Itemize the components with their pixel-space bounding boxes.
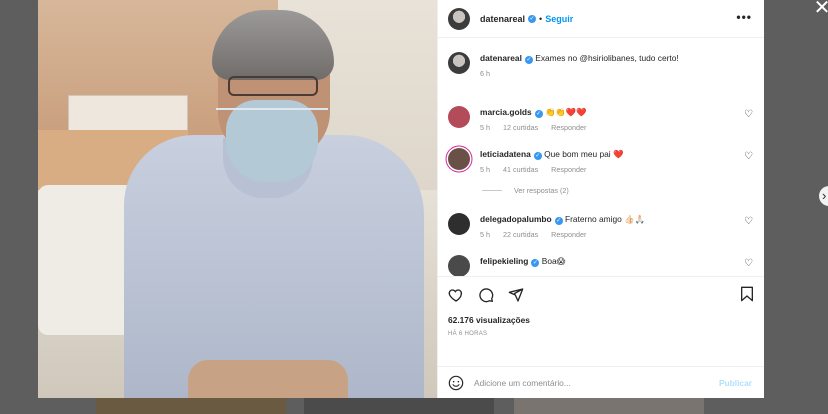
- like-comment-heart-icon[interactable]: ♡: [744, 217, 754, 227]
- replies-divider: [482, 190, 502, 191]
- avatar[interactable]: [448, 106, 470, 128]
- avatar[interactable]: [448, 7, 470, 30]
- follow-button[interactable]: Seguir: [545, 14, 573, 24]
- post-actions: 62.176 visualizações HÁ 6 HORAS: [438, 276, 764, 366]
- emoji-icon[interactable]: [448, 375, 464, 391]
- heart-icon[interactable]: [448, 287, 464, 303]
- share-icon[interactable]: [508, 287, 524, 303]
- view-replies-label: Ver respostas (2): [514, 186, 569, 195]
- verified-icon: ✓: [534, 110, 543, 118]
- caption-username[interactable]: datenareal: [480, 53, 522, 63]
- view-replies-button[interactable]: Ver respostas (2): [482, 186, 764, 195]
- verified-icon: ✓: [528, 14, 537, 23]
- verified-icon: ✓: [533, 152, 542, 160]
- caption-body: Exames no @hsiriolibanes, tudo certo!: [535, 53, 679, 63]
- comment-body: 👏👏❤️❤️: [545, 107, 587, 117]
- caption-text: datenareal ✓ Exames no @hsiriolibanes, tu…: [480, 52, 754, 64]
- reply-button[interactable]: Responder: [551, 165, 586, 174]
- comment-meta: 5 h 41 curtidas Responder: [480, 165, 754, 174]
- publish-button[interactable]: Publicar: [719, 378, 752, 388]
- comment-likes[interactable]: 12 curtidas: [503, 123, 538, 132]
- comment-item: leticiadatena ✓ Que bom meu pai ❤️ 5 h 41…: [438, 148, 764, 174]
- comment-time: 5 h: [480, 123, 490, 132]
- caption-meta: 6 h: [480, 69, 754, 78]
- post-modal: datenareal ✓ • Seguir ••• datenareal ✓ Ex…: [38, 0, 764, 398]
- reply-button[interactable]: Responder: [551, 230, 586, 239]
- feed-thumbnail: [304, 398, 494, 414]
- feed-thumbnail: [514, 398, 704, 414]
- comment-input[interactable]: Adicione um comentário...: [474, 378, 571, 388]
- photo-mask-strap: [216, 108, 328, 110]
- comment-username[interactable]: felipekieling: [480, 256, 528, 266]
- reply-button[interactable]: Responder: [551, 123, 586, 132]
- post-header: datenareal ✓ • Seguir •••: [438, 0, 764, 38]
- photo-hands: [188, 360, 348, 398]
- like-comment-heart-icon[interactable]: ♡: [744, 110, 754, 120]
- separator-dot: •: [539, 13, 543, 24]
- comment-icon[interactable]: [478, 287, 494, 303]
- avatar[interactable]: [448, 255, 470, 276]
- verified-icon: ✓: [524, 56, 533, 64]
- post-photo[interactable]: [38, 0, 437, 398]
- comment-meta: 5 h 12 curtidas Responder: [480, 123, 754, 132]
- avatar[interactable]: [448, 148, 470, 170]
- author-username[interactable]: datenareal: [480, 14, 525, 24]
- comment-text: leticiadatena ✓ Que bom meu pai ❤️: [480, 148, 754, 160]
- comment-item: felipekieling ✓ Boa😱 ♡: [438, 255, 764, 276]
- action-icons: [448, 285, 754, 305]
- comment-time: 5 h: [480, 165, 490, 174]
- feed-thumbnail: [96, 398, 286, 414]
- views-count[interactable]: 62.176 visualizações: [448, 315, 754, 325]
- avatar[interactable]: [448, 52, 470, 74]
- more-icon[interactable]: •••: [736, 10, 752, 24]
- save-icon[interactable]: [740, 286, 754, 302]
- comment-body: Boa😱: [541, 256, 566, 266]
- post-timestamp: HÁ 6 HORAS: [448, 331, 488, 337]
- comment-time: 5 h: [480, 230, 490, 239]
- comment-body: Que bom meu pai ❤️: [544, 149, 624, 159]
- caption: datenareal ✓ Exames no @hsiriolibanes, tu…: [438, 52, 764, 78]
- close-icon[interactable]: ✕: [812, 0, 828, 18]
- comment-meta: 5 h 22 curtidas Responder: [480, 230, 754, 239]
- caption-time: 6 h: [480, 69, 490, 78]
- add-comment-bar: Adicione um comentário... Publicar: [438, 366, 764, 398]
- comment-item: marcia.golds ✓ 👏👏❤️❤️ 5 h 12 curtidas Res…: [438, 106, 764, 132]
- photo-face-mask: [226, 100, 318, 182]
- comment-username[interactable]: marcia.golds: [480, 107, 532, 117]
- comment-username[interactable]: delegadopalumbo: [480, 214, 552, 224]
- comment-username[interactable]: leticiadatena: [480, 149, 531, 159]
- comment-body: Fraterno amigo 👍🏻🙏🏻: [565, 214, 645, 224]
- comment-text: felipekieling ✓ Boa😱: [480, 255, 754, 267]
- verified-icon: ✓: [531, 259, 540, 267]
- comment-text: marcia.golds ✓ 👏👏❤️❤️: [480, 106, 754, 118]
- like-comment-heart-icon[interactable]: ♡: [744, 259, 754, 269]
- like-comment-heart-icon[interactable]: ♡: [744, 152, 754, 162]
- photo-glasses: [228, 76, 318, 96]
- verified-icon: ✓: [554, 217, 563, 225]
- comment-text: delegadopalumbo ✓ Fraterno amigo 👍🏻🙏🏻: [480, 213, 754, 225]
- post-side-panel: datenareal ✓ • Seguir ••• datenareal ✓ Ex…: [437, 0, 764, 398]
- comment-likes[interactable]: 22 curtidas: [503, 230, 538, 239]
- avatar[interactable]: [448, 213, 470, 235]
- comment-item: delegadopalumbo ✓ Fraterno amigo 👍🏻🙏🏻 5 h…: [438, 213, 764, 239]
- comments-list[interactable]: datenareal ✓ Exames no @hsiriolibanes, tu…: [438, 38, 764, 276]
- comment-likes[interactable]: 41 curtidas: [503, 165, 538, 174]
